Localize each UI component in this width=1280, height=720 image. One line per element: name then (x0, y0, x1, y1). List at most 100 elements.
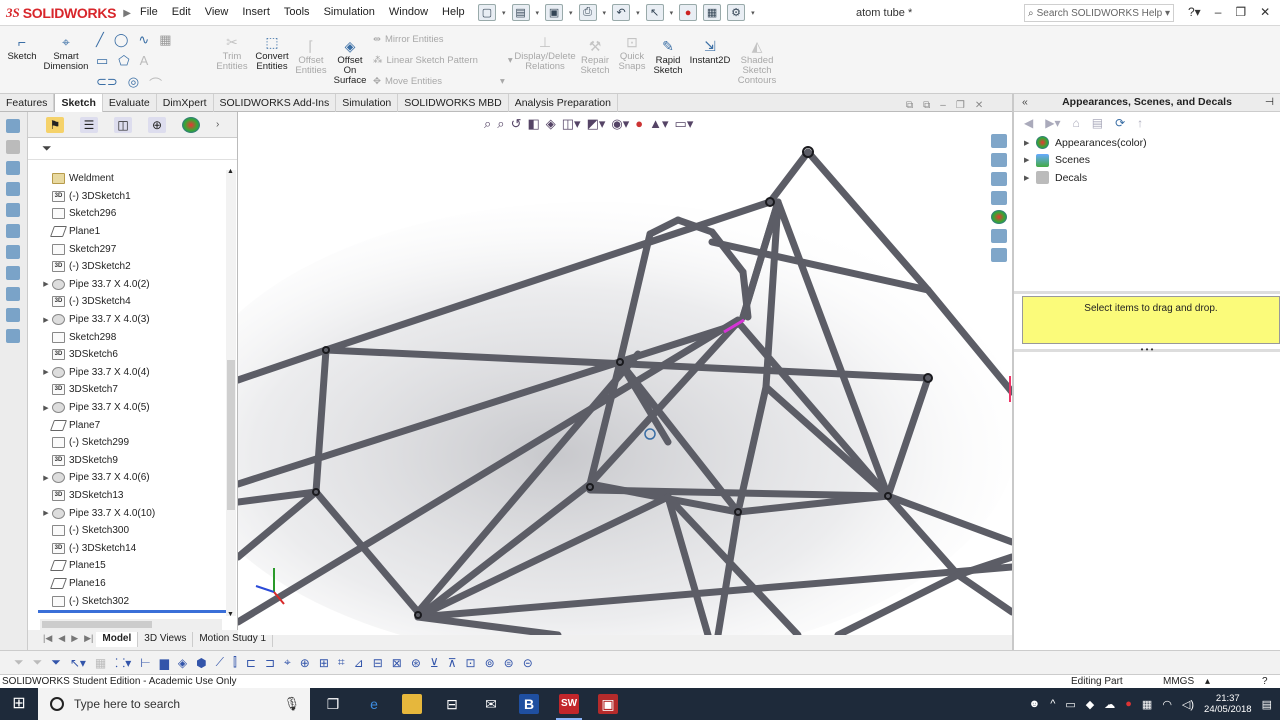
filter-datum-icon[interactable]: ⊟ (373, 656, 383, 670)
windows-start-icon[interactable]: ⊞ (0, 688, 38, 720)
instant2d-button[interactable]: ⇲ Instant2D (688, 38, 732, 66)
forum-icon[interactable] (991, 248, 1007, 262)
system-clock[interactable]: 21:37 24/05/2018 (1204, 693, 1252, 715)
pin-icon[interactable]: ⊣ (1265, 94, 1274, 111)
microphone-icon[interactable]: 🎙 (283, 696, 300, 712)
reference-icon[interactable] (6, 287, 20, 301)
file-explorer-icon[interactable] (402, 694, 422, 714)
expand-icon[interactable]: ▶ (1024, 139, 1036, 147)
display-style-icon[interactable]: ◩▾ (587, 116, 606, 132)
wifi-icon[interactable]: ◠ (1162, 698, 1172, 711)
tree-node[interactable]: 3D (-) 3DSketch14 (28, 539, 224, 557)
tree-node[interactable]: 3D 3DSketch9 (28, 452, 224, 470)
tree-node[interactable]: 3D (-) 3DSketch4 (28, 293, 224, 311)
tree-node[interactable]: ▶ Pipe 33.7 X 4.0(6) (28, 469, 224, 487)
quick-snaps-button[interactable]: ⊡ Quick Snaps (616, 34, 648, 72)
viewport-close-icon[interactable]: ✕ (975, 100, 983, 111)
people-icon[interactable]: ☻ (1029, 698, 1041, 710)
menu-simulation[interactable]: Simulation (324, 6, 375, 19)
tab-features[interactable]: Features (0, 94, 55, 112)
expand-arrow-icon[interactable]: ▶ (40, 316, 52, 324)
rapid-sketch-button[interactable]: ✎ Rapid Sketch (651, 38, 685, 76)
filter-faces-icon[interactable]: ▆ (160, 656, 169, 670)
tree-node[interactable]: ▶ Pipe 33.7 X 4.0(4) (28, 364, 224, 382)
filter-cosmetic-icon[interactable]: ⊼ (448, 656, 457, 670)
filter-sketch-segment-icon[interactable]: ⊐ (265, 656, 275, 670)
store-icon[interactable]: ⊟ (442, 694, 462, 714)
menu-tools[interactable]: Tools (284, 6, 310, 19)
display-delete-relations-button[interactable]: ⊥ Display/Delete Relations (510, 34, 580, 72)
polygon-icon[interactable]: ⬠ (118, 53, 129, 69)
tree-node[interactable]: Sketch297 (28, 240, 224, 258)
tab-analysis-preparation[interactable]: Analysis Preparation (509, 94, 618, 112)
filter-weld-icon[interactable]: ⊠ (392, 656, 402, 670)
filter-balloon-icon[interactable]: ⊛ (411, 656, 421, 670)
trim-entities-button[interactable]: ✂ Trim Entities (216, 34, 248, 72)
show-hidden-icons[interactable]: ^ (1050, 698, 1055, 710)
tab-scroll-prev-icon[interactable]: ◀ (55, 632, 68, 647)
tab-model[interactable]: Model (96, 632, 139, 647)
minimize-icon[interactable]: – (1215, 5, 1222, 19)
extrude-icon[interactable] (6, 182, 20, 196)
task-view-icon[interactable]: ❐ (323, 694, 343, 714)
app-b-icon[interactable]: B (519, 694, 539, 714)
previous-view-icon[interactable]: ↺ (511, 116, 522, 132)
tree-node[interactable]: Plane15 (28, 557, 224, 575)
revolve-icon[interactable] (6, 203, 20, 217)
tree-item-decals[interactable]: ▶ Decals (1014, 169, 1280, 187)
back-icon[interactable]: ◀ (1024, 116, 1033, 130)
tab-sketch[interactable]: Sketch (54, 94, 103, 112)
shaded-sketch-contours-button[interactable]: ◭ Shaded Sketch Contours (736, 38, 778, 86)
tab-simulation[interactable]: Simulation (336, 94, 399, 112)
filter-solid-icon[interactable]: ⬢ (196, 656, 206, 670)
menu-file[interactable]: File (140, 6, 158, 19)
up-level-icon[interactable]: ↑ (1137, 116, 1143, 130)
viewport-tile-icon[interactable]: ⧉ (923, 100, 930, 111)
file-explorer-icon[interactable] (991, 172, 1007, 186)
menu-insert[interactable]: Insert (242, 6, 270, 19)
unit-system-selector[interactable]: MMGS (1163, 675, 1194, 688)
cursor-icon[interactable]: ↖▾ (70, 656, 86, 670)
dynamic-annotation-icon[interactable]: ◈ (546, 116, 556, 132)
solidworks-logo[interactable]: 3S SOLIDWORKS ▶ (6, 3, 131, 23)
grid-icon[interactable]: ▦ (159, 32, 171, 48)
3d-sketch-icon[interactable] (6, 119, 20, 133)
repair-sketch-button[interactable]: ⚒ Repair Sketch (578, 38, 612, 76)
filter-dowel-icon[interactable]: ⊜ (504, 656, 514, 670)
tree-node[interactable]: (-) Sketch300 (28, 522, 224, 540)
tab-scroll-first-icon[interactable]: |◀ (40, 632, 55, 647)
tree-node[interactable]: 3D (-) 3DSketch2 (28, 258, 224, 276)
expand-arrow-icon[interactable]: ▶ (40, 404, 52, 412)
filter-surface-finish-icon[interactable]: ⊻ (430, 656, 439, 670)
property-manager-icon[interactable]: ☰ (80, 116, 98, 133)
menu-window[interactable]: Window (389, 6, 428, 19)
filter-centermark-icon[interactable]: ⊕ (300, 656, 310, 670)
tab-evaluate[interactable]: Evaluate (103, 94, 157, 112)
expand-icon[interactable]: ▶ (1024, 174, 1036, 182)
slot-icon[interactable]: ⊂⊃ (96, 74, 118, 93)
weldment-icon[interactable] (6, 266, 20, 280)
tree-item-appearances[interactable]: ▶ Appearances(color) (1014, 134, 1280, 152)
expand-arrow-icon[interactable]: ▶ (40, 509, 52, 517)
print-icon[interactable]: ⎙ (578, 4, 597, 21)
scroll-down-icon[interactable]: ▼ (227, 611, 234, 618)
tree-node[interactable]: Weldment (28, 170, 224, 188)
design-library-icon[interactable] (991, 153, 1007, 167)
tree-node[interactable]: Sketch298 (28, 328, 224, 346)
close-icon[interactable]: ✕ (1260, 5, 1270, 19)
save-icon[interactable]: ▣ (545, 4, 564, 21)
loft-icon[interactable] (6, 245, 20, 259)
custom-properties-icon[interactable] (991, 229, 1007, 243)
tree-scroll-thumb[interactable] (227, 360, 235, 510)
filter-more-icon[interactable]: ⊝ (523, 656, 533, 670)
antivirus-icon[interactable]: ● (1125, 698, 1132, 710)
tree-node[interactable]: 3D 3DSketch6 (28, 346, 224, 364)
filter-blocks-icon[interactable]: ⊡ (466, 656, 476, 670)
move-dropdown-icon[interactable]: ▾ (500, 76, 505, 87)
measure-icon[interactable] (6, 329, 20, 343)
tab-scroll-next-icon[interactable]: ▶ (68, 632, 81, 647)
view-palette-icon[interactable] (991, 191, 1007, 205)
dimxpert-manager-icon[interactable]: ⊕ (148, 116, 166, 133)
rectangle-icon[interactable]: ▭ (96, 53, 108, 69)
forward-icon[interactable]: ▶▾ (1045, 116, 1060, 130)
